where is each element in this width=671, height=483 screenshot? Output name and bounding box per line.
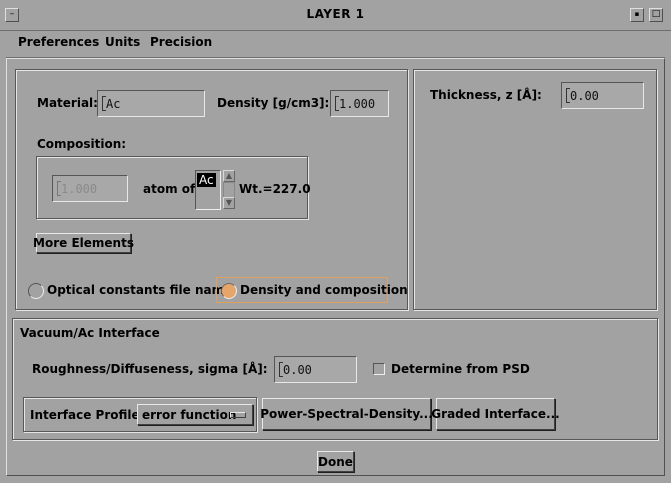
graded-interface-button[interactable]: Graded Interface...: [431, 398, 560, 430]
roughness-label: Roughness/Diffuseness, sigma [Å]:: [32, 362, 268, 376]
psd-button[interactable]: Power-Spectral-Density...: [260, 398, 433, 430]
composition-label: Composition:: [37, 137, 127, 151]
material-input[interactable]: Ac: [97, 90, 205, 117]
menu-bar: Preferences Units Precision: [6, 31, 665, 58]
atoms-value: 1.000: [61, 181, 98, 196]
element-list[interactable]: Ac: [195, 170, 221, 210]
title-bar[interactable]: – LAYER 1 ▪ □: [0, 0, 671, 31]
menu-preferences[interactable]: Preferences: [18, 35, 99, 49]
radio-density-composition[interactable]: [221, 283, 237, 299]
window-title: LAYER 1: [306, 7, 365, 21]
profile-label: Interface Profile:: [30, 408, 145, 422]
roughness-input[interactable]: 0.00: [274, 356, 357, 383]
menu-precision[interactable]: Precision: [150, 35, 212, 49]
thickness-value: 0.00: [570, 88, 599, 103]
thickness-label: Thickness, z [Å]:: [430, 88, 542, 102]
menu-units[interactable]: Units: [105, 35, 140, 49]
text-cursor-icon: [57, 181, 61, 196]
density-label: Density [g/cm3]:: [217, 96, 330, 110]
psd-checkbox-label: Determine from PSD: [391, 362, 530, 376]
minimize-icon[interactable]: ▪: [630, 8, 644, 22]
material-value: Ac: [106, 96, 121, 111]
radio-density-label: Density and composition: [240, 283, 408, 297]
psd-checkbox[interactable]: [373, 363, 385, 375]
option-menu-icon: [230, 412, 246, 418]
profile-option-menu[interactable]: error function: [137, 404, 253, 425]
scroll-up-icon[interactable]: ▲: [223, 170, 235, 182]
text-cursor-icon: [566, 88, 570, 103]
density-input[interactable]: 1.000: [330, 90, 389, 117]
text-cursor-icon: [279, 362, 283, 377]
scroll-down-icon[interactable]: ▼: [223, 197, 235, 209]
thickness-input[interactable]: 0.00: [561, 82, 644, 109]
material-label: Material:: [37, 96, 98, 110]
interface-title: Vacuum/Ac Interface: [20, 326, 160, 340]
radio-optical-label: Optical constants file name: [47, 283, 233, 297]
scrollbar-track[interactable]: [223, 182, 235, 198]
element-selected[interactable]: Ac: [197, 173, 216, 187]
text-cursor-icon: [102, 96, 106, 111]
atom-of-label: atom of: [143, 182, 196, 196]
density-value: 1.000: [339, 96, 376, 111]
done-button[interactable]: Done: [317, 451, 354, 472]
atoms-input[interactable]: 1.000: [52, 175, 128, 202]
radio-optical-constants[interactable]: [28, 283, 44, 299]
profile-value: error function: [142, 407, 237, 422]
text-cursor-icon: [335, 96, 339, 111]
more-elements-button[interactable]: More Elements: [33, 233, 134, 253]
maximize-icon[interactable]: □: [649, 8, 663, 22]
roughness-value: 0.00: [283, 362, 312, 377]
weight-label: Wt.=227.0: [239, 182, 311, 196]
